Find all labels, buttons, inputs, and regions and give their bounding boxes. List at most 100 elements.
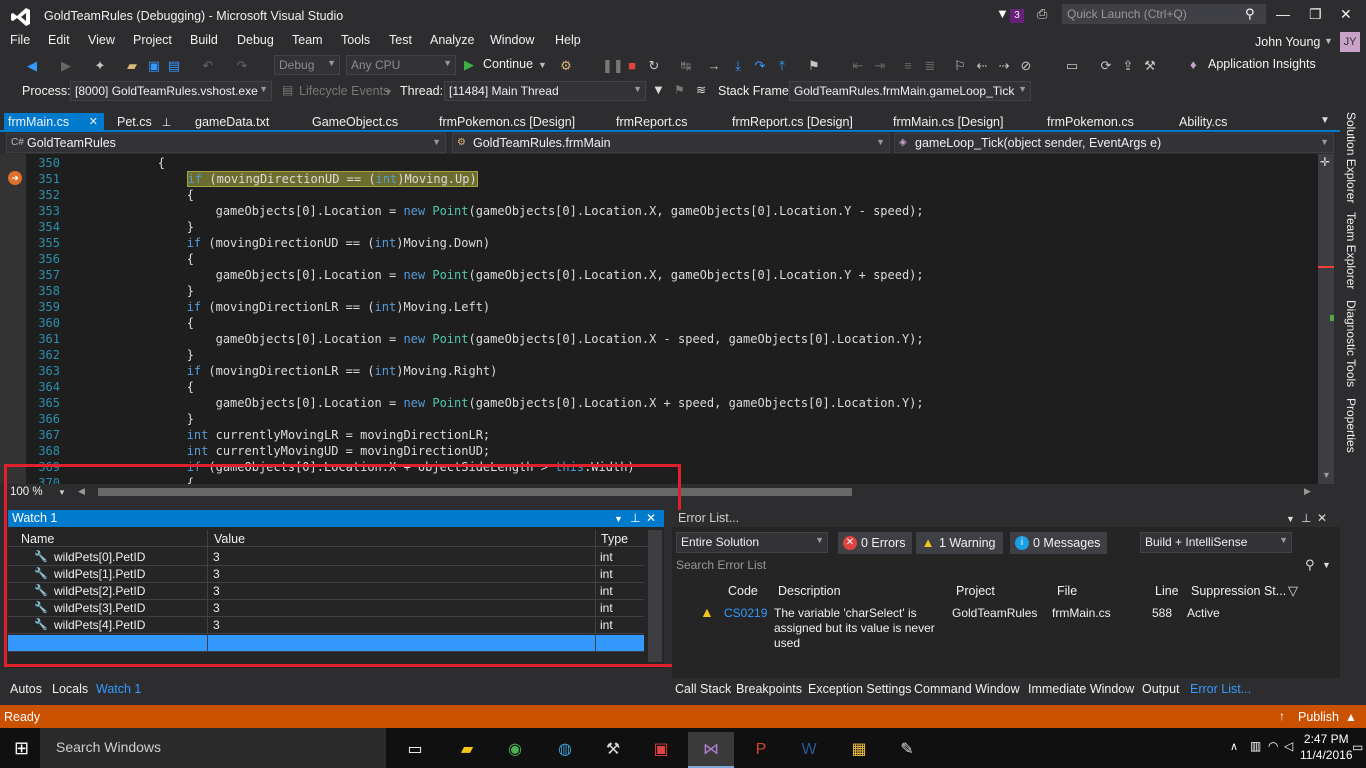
notification-icon[interactable]: ▲ — [1345, 710, 1357, 724]
menu-view[interactable]: View — [88, 33, 115, 47]
error-col-suppression[interactable]: Suppression St... — [1191, 584, 1286, 598]
wifi-icon[interactable]: ◠ — [1268, 739, 1278, 753]
step-out-icon[interactable]: ⤒ — [774, 58, 790, 74]
thread-select[interactable]: [11484] Main Thread ▼ — [444, 81, 646, 101]
menu-file[interactable]: File — [10, 33, 30, 47]
platform-select[interactable]: Any CPU ▼ — [346, 55, 456, 75]
project-navigation-select[interactable]: C# GoldTeamRules ▼ — [6, 133, 446, 153]
back-icon[interactable]: ◀ — [24, 58, 40, 74]
continue-icon[interactable]: ▶ — [464, 57, 474, 73]
properties-tab[interactable]: Properties — [1344, 398, 1358, 453]
stop-icon[interactable]: ■ — [624, 58, 640, 74]
flag-filter-icon[interactable]: ▼ — [652, 82, 665, 97]
lifecycle-dropdown-icon[interactable]: ▼ — [384, 87, 393, 97]
menu-build[interactable]: Build — [190, 33, 218, 47]
windows-start-icon[interactable]: ⊞ — [14, 738, 29, 759]
tab-breakpoints[interactable]: Breakpoints — [736, 682, 802, 696]
error-list-pin-icon[interactable]: ⊥ — [1301, 511, 1311, 525]
tab-watch-1[interactable]: Watch 1 — [96, 682, 141, 696]
windows-search-box[interactable]: Search Windows — [40, 728, 386, 768]
process-select[interactable]: [8000] GoldTeamRules.vshost.exe ▼ — [70, 81, 272, 101]
stack-frame-select[interactable]: GoldTeamRules.frmMain.gameLoop_Tick ▼ — [789, 81, 1031, 101]
toolbox-app-icon[interactable]: ▣ — [638, 732, 684, 768]
forward-icon[interactable]: ▶ — [58, 58, 74, 74]
new-item-icon[interactable]: ✦ — [92, 58, 108, 74]
search-icon[interactable]: ⚲ — [1305, 557, 1315, 573]
outdent-icon[interactable]: ⇤ — [850, 58, 866, 74]
class-navigation-select[interactable]: ⚙ GoldTeamRules.frmMain ▼ — [452, 133, 890, 153]
menu-window[interactable]: Window — [490, 33, 534, 47]
search-icon[interactable]: ⚲ — [1245, 6, 1255, 22]
error-col-description[interactable]: Description — [778, 584, 841, 598]
undo-icon[interactable]: ↶ — [200, 58, 216, 74]
tab-call-stack[interactable]: Call Stack — [675, 682, 731, 696]
word-icon[interactable]: W — [786, 732, 832, 768]
error-col-line[interactable]: Line — [1155, 584, 1179, 598]
step-over-arrow-icon[interactable]: → — [706, 58, 722, 74]
flag-thread-icon[interactable]: ⚑ — [674, 83, 685, 97]
visual-studio-taskbar-icon[interactable]: ⋈ — [688, 732, 734, 768]
member-navigation-select[interactable]: ◈ gameLoop_Tick(object sender, EventArgs … — [894, 133, 1334, 153]
lifecycle-events-button[interactable]: Lifecycle Events — [299, 84, 389, 98]
file-explorer-icon[interactable]: ▰ — [444, 732, 490, 768]
menu-edit[interactable]: Edit — [48, 33, 70, 47]
code-editor[interactable]: 350 {351 if (movingDirectionUD == (int)M… — [0, 154, 1318, 484]
globe-app-icon[interactable]: ◍ — [542, 732, 588, 768]
user-name[interactable]: John Young — [1255, 35, 1320, 49]
search-options-icon[interactable]: ▼ — [1322, 560, 1331, 570]
solution-explorer-tab[interactable]: Solution Explorer — [1344, 112, 1358, 203]
tab-autos[interactable]: Autos — [10, 682, 42, 696]
menu-help[interactable]: Help — [555, 33, 581, 47]
redo-icon[interactable]: ↷ — [234, 58, 250, 74]
error-col-project[interactable]: Project — [956, 584, 995, 598]
windows-app-icon[interactable]: ▦ — [836, 732, 882, 768]
paint-icon[interactable]: ✎ — [884, 732, 930, 768]
show-next-statement-icon[interactable]: ↹ — [678, 58, 694, 74]
step-into-icon[interactable]: ⤓ — [730, 58, 746, 74]
indent-icon[interactable]: ⇥ — [872, 58, 888, 74]
error-code-link[interactable]: CS0219 — [724, 606, 767, 621]
browser-link-icon[interactable]: ⟳ — [1098, 58, 1114, 74]
team-explorer-tab[interactable]: Team Explorer — [1344, 212, 1358, 289]
tab-exception-settings[interactable]: Exception Settings — [808, 682, 912, 696]
menu-analyze[interactable]: Analyze — [430, 33, 474, 47]
minimize-icon[interactable]: — — [1276, 6, 1290, 22]
notification-badge[interactable]: 3 — [1010, 9, 1024, 23]
tab-locals[interactable]: Locals — [52, 682, 88, 696]
error-list-options-icon[interactable]: ▼ — [1286, 514, 1295, 524]
open-folder-icon[interactable]: ▰ — [124, 58, 140, 74]
avatar[interactable]: JY — [1340, 32, 1360, 52]
warnings-filter-button[interactable]: ▲ 1 Warning — [916, 532, 1003, 554]
network-icon[interactable]: ▥ — [1250, 739, 1261, 753]
action-center-icon[interactable]: ▭ — [1352, 740, 1363, 754]
tools-icon[interactable]: ⚒ — [1142, 58, 1158, 74]
break-all-icon[interactable]: ❚❚ — [602, 58, 624, 74]
restart-icon[interactable]: ↻ — [646, 58, 662, 74]
tray-chevron-icon[interactable]: ∧ — [1230, 740, 1238, 753]
build-filter-select[interactable]: Build + IntelliSense ▼ — [1140, 532, 1292, 553]
feedback-icon[interactable]: ⎙ — [1037, 6, 1047, 22]
tab-command-window[interactable]: Command Window — [914, 682, 1020, 696]
diagnostic-tools-tab[interactable]: Diagnostic Tools — [1344, 300, 1358, 387]
menu-tools[interactable]: Tools — [341, 33, 370, 47]
error-col-code[interactable]: Code — [728, 584, 758, 598]
hex-display-icon[interactable]: ⚑ — [806, 58, 822, 74]
menu-debug[interactable]: Debug — [237, 33, 274, 47]
quick-launch-input[interactable]: Quick Launch (Ctrl+Q) — [1062, 4, 1266, 24]
scroll-right-icon[interactable]: ▶ — [1304, 486, 1311, 497]
menu-project[interactable]: Project — [133, 33, 172, 47]
configuration-select[interactable]: Debug ▼ — [274, 55, 340, 75]
error-col-file[interactable]: File — [1057, 584, 1077, 598]
bookmark-icon[interactable]: ⚐ — [952, 58, 968, 74]
uncomment-icon[interactable]: ≣ — [922, 58, 938, 74]
application-insights-button[interactable]: Application Insights — [1208, 57, 1316, 71]
continue-button[interactable]: Continue — [483, 57, 533, 71]
save-icon[interactable]: ▣ — [146, 58, 162, 74]
powerpoint-icon[interactable]: P — [738, 732, 784, 768]
scroll-down-icon[interactable]: ▼ — [1322, 470, 1331, 480]
prev-bookmark-icon[interactable]: ⇠ — [974, 58, 990, 74]
chrome-icon[interactable]: ◉ — [492, 732, 538, 768]
menu-test[interactable]: Test — [389, 33, 412, 47]
error-list-close-icon[interactable]: ✕ — [1317, 511, 1327, 525]
split-editor-icon[interactable]: ✛ — [1320, 155, 1330, 169]
